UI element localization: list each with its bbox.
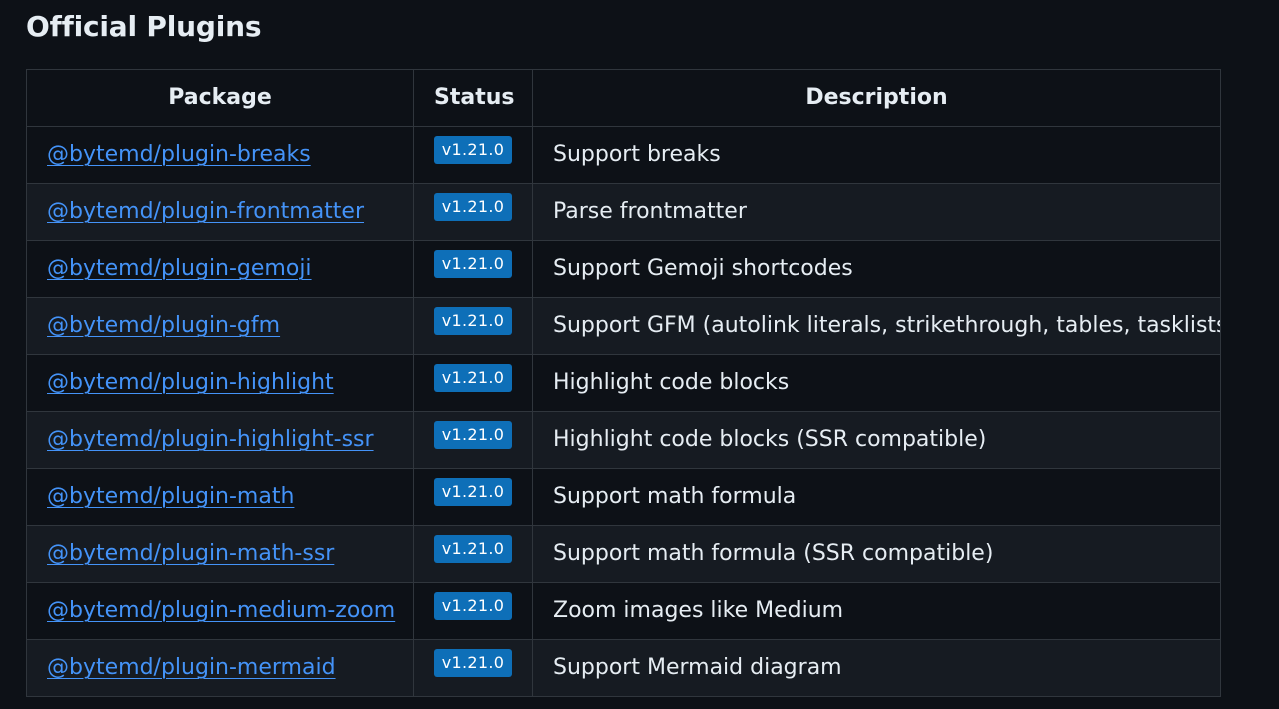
header-package: Package [26,69,414,127]
package-cell: @bytemd/plugin-medium-zoom [26,582,414,640]
package-link[interactable]: @bytemd/plugin-math [47,484,294,509]
status-cell: v1.21.0 [413,525,533,583]
status-cell: v1.21.0 [413,639,533,697]
version-badge[interactable]: v1.21.0 [433,364,513,392]
version-badge[interactable]: v1.21.0 [433,478,513,506]
readme-content: Official Plugins Package Status Descript… [0,0,1279,709]
version-badge[interactable]: v1.21.0 [433,421,513,449]
status-cell: v1.21.0 [413,354,533,412]
version-badge[interactable]: v1.21.0 [433,535,513,563]
description-cell: Support math formula [532,468,1221,526]
description-cell: Highlight code blocks [532,354,1221,412]
table-row: @bytemd/plugin-highlight-ssr v1.21.0 Highl… [26,411,1221,469]
package-cell: @bytemd/plugin-frontmatter [26,183,414,241]
package-link[interactable]: @bytemd/plugin-frontmatter [47,199,364,224]
header-description: Description [532,69,1221,127]
table-row: @bytemd/plugin-medium-zoom v1.21.0 Zoom im… [26,582,1221,640]
table-row: @bytemd/plugin-mermaid v1.21.0 Support Mer… [26,639,1221,697]
package-cell: @bytemd/plugin-breaks [26,126,414,184]
description-cell: Support math formula (SSR compatible) [532,525,1221,583]
package-link[interactable]: @bytemd/plugin-breaks [47,142,311,167]
table-row: @bytemd/plugin-gemoji v1.21.0 Support Gemo… [26,240,1221,298]
status-cell: v1.21.0 [413,240,533,298]
plugins-table: Package Status Description @bytemd/plugi… [26,69,1221,697]
table-header-row: Package Status Description [26,69,1221,127]
description-cell: Support Mermaid diagram [532,639,1221,697]
version-badge[interactable]: v1.21.0 [433,592,513,620]
description-cell: Zoom images like Medium [532,582,1221,640]
package-cell: @bytemd/plugin-mermaid [26,639,414,697]
package-link[interactable]: @bytemd/plugin-mermaid [47,655,336,680]
table-row: @bytemd/plugin-gfm v1.21.0 Support GFM (au… [26,297,1221,355]
header-status: Status [413,69,533,127]
description-cell: Highlight code blocks (SSR compatible) [532,411,1221,469]
table-row: @bytemd/plugin-highlight v1.21.0 Highlight… [26,354,1221,412]
description-cell: Support GFM (autolink literals, striketh… [532,297,1221,355]
package-link[interactable]: @bytemd/plugin-highlight [47,370,334,395]
package-link[interactable]: @bytemd/plugin-gfm [47,313,280,338]
version-badge[interactable]: v1.21.0 [433,307,513,335]
package-link[interactable]: @bytemd/plugin-math-ssr [47,541,334,566]
status-cell: v1.21.0 [413,411,533,469]
package-link[interactable]: @bytemd/plugin-highlight-ssr [47,427,374,452]
table-row: @bytemd/plugin-math v1.21.0 Support math f… [26,468,1221,526]
status-cell: v1.21.0 [413,582,533,640]
version-badge[interactable]: v1.21.0 [433,250,513,278]
package-cell: @bytemd/plugin-gfm [26,297,414,355]
status-cell: v1.21.0 [413,468,533,526]
package-link[interactable]: @bytemd/plugin-medium-zoom [47,598,395,623]
package-cell: @bytemd/plugin-highlight [26,354,414,412]
description-cell: Support Gemoji shortcodes [532,240,1221,298]
package-cell: @bytemd/plugin-math-ssr [26,525,414,583]
version-badge[interactable]: v1.21.0 [433,649,513,677]
status-cell: v1.21.0 [413,183,533,241]
package-link[interactable]: @bytemd/plugin-gemoji [47,256,312,281]
version-badge[interactable]: v1.21.0 [433,136,513,164]
status-cell: v1.21.0 [413,297,533,355]
table-row: @bytemd/plugin-breaks v1.21.0 Support brea… [26,126,1221,184]
package-cell: @bytemd/plugin-highlight-ssr [26,411,414,469]
status-cell: v1.21.0 [413,126,533,184]
version-badge[interactable]: v1.21.0 [433,193,513,221]
description-cell: Parse frontmatter [532,183,1221,241]
package-cell: @bytemd/plugin-math [26,468,414,526]
package-cell: @bytemd/plugin-gemoji [26,240,414,298]
table-row: @bytemd/plugin-frontmatter v1.21.0 Parse f… [26,183,1221,241]
table-row: @bytemd/plugin-math-ssr v1.21.0 Support ma… [26,525,1221,583]
description-cell: Support breaks [532,126,1221,184]
section-heading: Official Plugins [26,10,262,43]
